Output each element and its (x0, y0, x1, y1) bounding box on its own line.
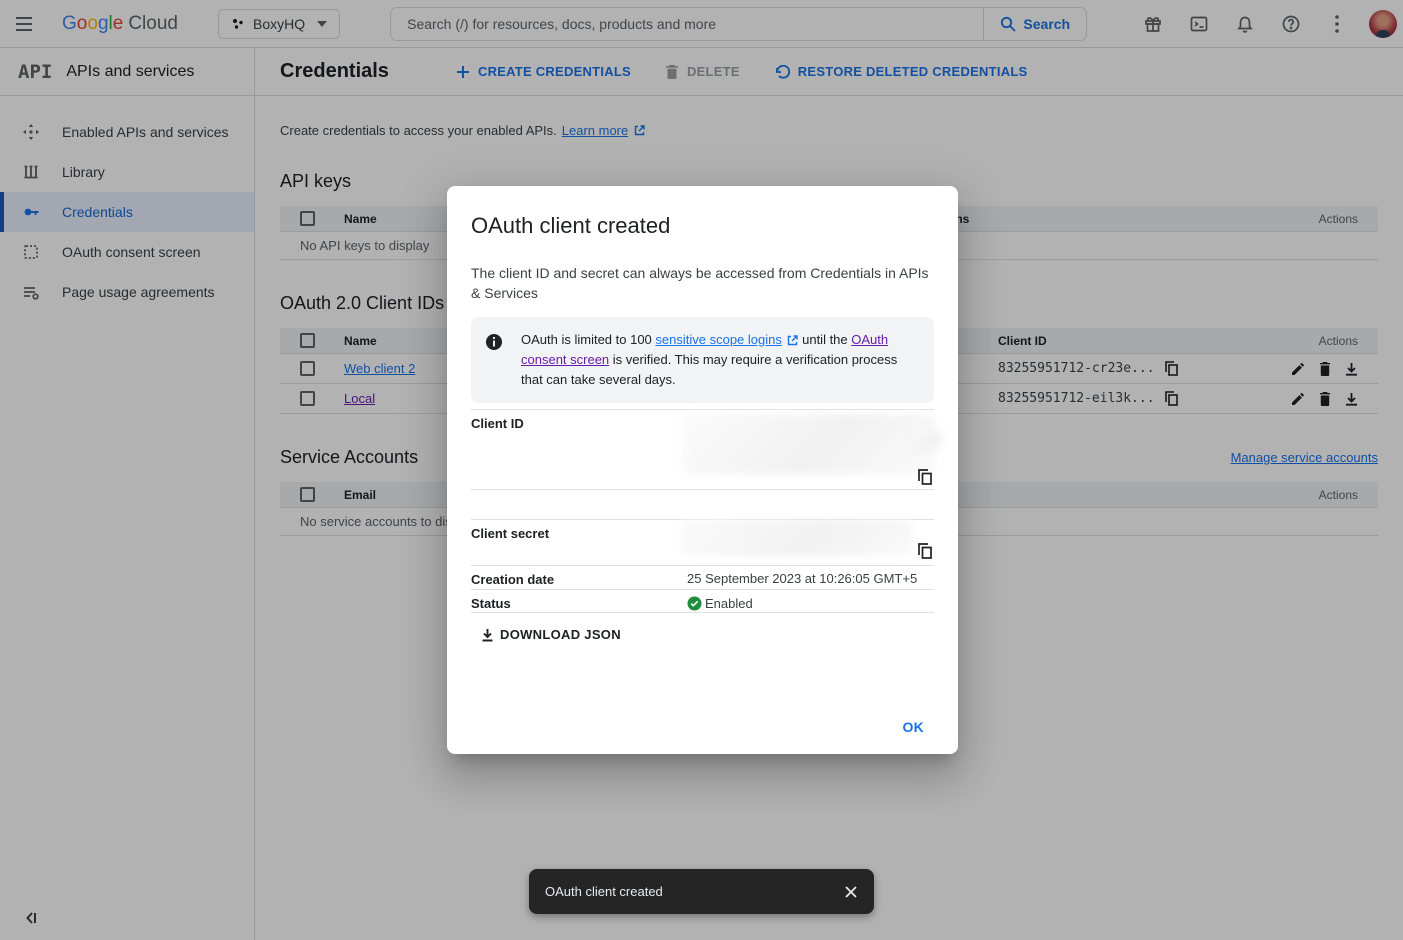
redacted-client-id (683, 414, 935, 474)
download-json-label: DOWNLOAD JSON (500, 627, 621, 642)
spacer-row (471, 489, 934, 519)
client-secret-row: Client secret (471, 519, 934, 565)
download-icon (481, 628, 494, 642)
copy-icon[interactable] (918, 543, 932, 559)
redacted-client-secret (681, 520, 913, 556)
check-circle-icon (687, 596, 702, 611)
client-id-row: Client ID (471, 409, 934, 489)
download-json-button[interactable]: DOWNLOAD JSON (471, 621, 631, 648)
credential-fields: Client ID Client secret (471, 409, 934, 613)
oauth-client-created-dialog: OAuth client created The client ID and s… (447, 186, 958, 754)
status-badge: Enabled (705, 596, 753, 611)
status-row: Status Enabled (471, 589, 934, 613)
notice-part1: OAuth is limited to 100 (521, 332, 655, 347)
sensitive-scope-logins-link[interactable]: sensitive scope logins (655, 332, 781, 347)
client-secret-label: Client secret (471, 520, 687, 565)
ok-button[interactable]: OK (895, 713, 933, 741)
external-link-icon (787, 335, 798, 346)
notice-part2: until the (799, 332, 852, 347)
google-cloud-console: Google Cloud BoxyHQ Search (0, 0, 1403, 940)
dialog-subtitle: The client ID and secret can always be a… (471, 263, 934, 303)
client-id-label: Client ID (471, 410, 687, 489)
notice-text: OAuth is limited to 100 sensitive scope … (521, 330, 918, 390)
creation-date-label: Creation date (471, 566, 687, 589)
redacted-client-id (911, 430, 943, 452)
copy-icon[interactable] (918, 469, 932, 485)
status-label: Status (471, 590, 687, 612)
snackbar: OAuth client created (529, 869, 874, 914)
close-icon[interactable] (844, 885, 858, 899)
snackbar-text: OAuth client created (545, 884, 844, 899)
creation-date-row: Creation date 25 September 2023 at 10:26… (471, 565, 934, 589)
info-icon (485, 330, 503, 390)
verification-notice: OAuth is limited to 100 sensitive scope … (471, 317, 934, 403)
dialog-title: OAuth client created (471, 213, 934, 239)
creation-date-value: 25 September 2023 at 10:26:05 GMT+5 (687, 566, 934, 589)
